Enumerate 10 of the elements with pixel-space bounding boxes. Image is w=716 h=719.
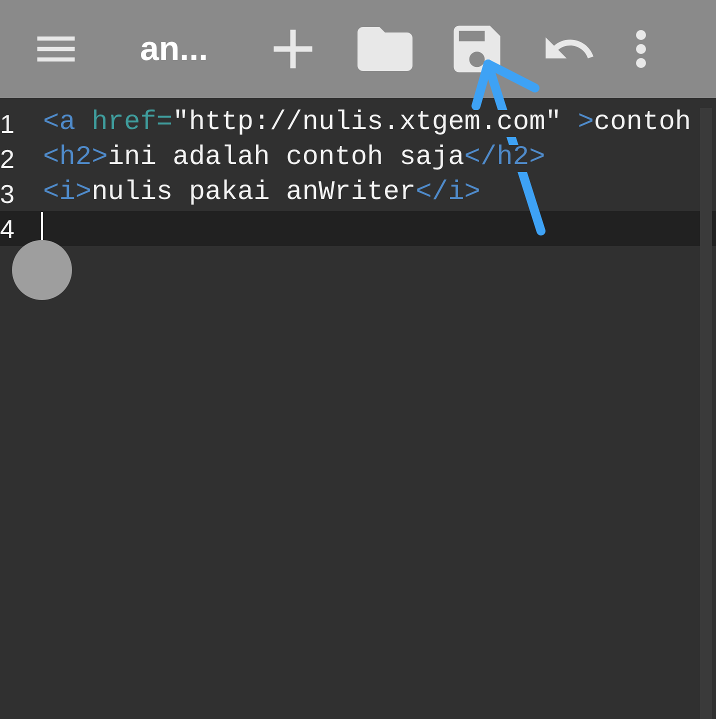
- line-number: 3: [0, 180, 16, 206]
- file-title: an...: [140, 28, 210, 70]
- more-icon: [635, 29, 647, 69]
- line-number: 2: [0, 146, 16, 172]
- line-number: 4: [0, 216, 16, 242]
- code-text: <h2>ini adalah contoh saja</h2>: [43, 145, 546, 172]
- scrollbar[interactable]: [700, 108, 712, 719]
- code-text: <a href="http://nulis.xtgem.com" >contoh: [43, 110, 692, 137]
- code-text: <i>nulis pakai anWriter</i>: [43, 180, 480, 207]
- line-number: 1: [0, 110, 16, 136]
